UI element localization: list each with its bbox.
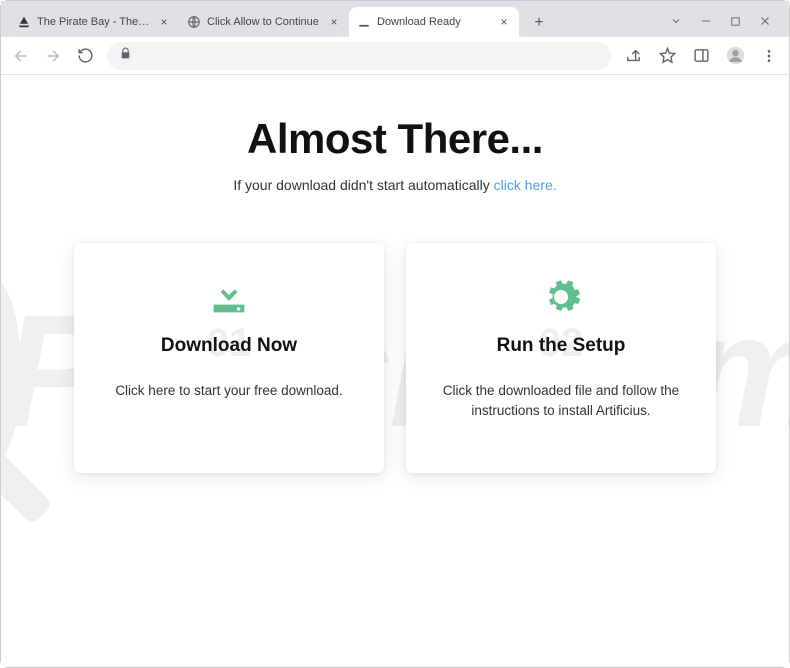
address-bar[interactable] (107, 42, 611, 70)
tab-title: Download Ready (377, 16, 491, 28)
browser-window: The Pirate Bay - The galaxy's mo × Click… (0, 0, 790, 668)
chevron-down-icon[interactable] (670, 15, 682, 30)
panel-icon[interactable] (691, 46, 711, 66)
window-controls (670, 7, 781, 37)
close-icon[interactable]: × (157, 15, 171, 29)
share-icon[interactable] (623, 46, 643, 66)
new-tab-button[interactable]: + (525, 9, 553, 37)
card-title: Download Now (98, 335, 360, 357)
minimize-button[interactable] (700, 15, 712, 30)
menu-icon[interactable] (759, 46, 779, 66)
back-button[interactable] (11, 46, 31, 66)
tab-title: Click Allow to Continue (207, 16, 321, 28)
tab-pirate-bay[interactable]: The Pirate Bay - The galaxy's mo × (9, 7, 179, 37)
star-icon[interactable] (657, 46, 677, 66)
subline: If your download didn't start automatica… (1, 177, 789, 193)
tab-click-allow[interactable]: Click Allow to Continue × (179, 7, 349, 37)
close-icon[interactable]: × (497, 15, 511, 29)
tab-download-ready[interactable]: Download Ready × (349, 7, 519, 37)
card-title: Run the Setup (430, 335, 692, 357)
click-here-link[interactable]: click here. (494, 177, 557, 193)
card-desc: Click the downloaded file and follow the… (430, 381, 692, 422)
profile-icon[interactable] (725, 46, 745, 66)
forward-button[interactable] (43, 46, 63, 66)
reload-button[interactable] (75, 46, 95, 66)
tab-strip: The Pirate Bay - The galaxy's mo × Click… (1, 1, 789, 37)
close-button[interactable] (759, 15, 771, 30)
ship-icon (17, 15, 31, 29)
globe-icon (187, 15, 201, 29)
subline-text: If your download didn't start automatica… (233, 177, 493, 193)
page-content: PCrisk.com Almost There... If your downl… (1, 75, 789, 667)
maximize-button[interactable] (730, 15, 741, 30)
download-icon (98, 273, 360, 321)
close-icon[interactable]: × (327, 15, 341, 29)
lock-icon (119, 47, 132, 65)
page-title: Almost There... (1, 115, 789, 163)
cards-row: 01 Download Now Click here to start your… (1, 243, 789, 473)
card-download-now[interactable]: 01 Download Now Click here to start your… (74, 243, 384, 473)
gear-icon (430, 273, 692, 321)
download-icon (357, 15, 371, 29)
browser-toolbar (1, 37, 789, 75)
tab-title: The Pirate Bay - The galaxy's mo (37, 16, 151, 28)
card-desc: Click here to start your free download. (98, 381, 360, 401)
card-run-setup: 02 Run the Setup Click the downloaded fi… (406, 243, 716, 473)
